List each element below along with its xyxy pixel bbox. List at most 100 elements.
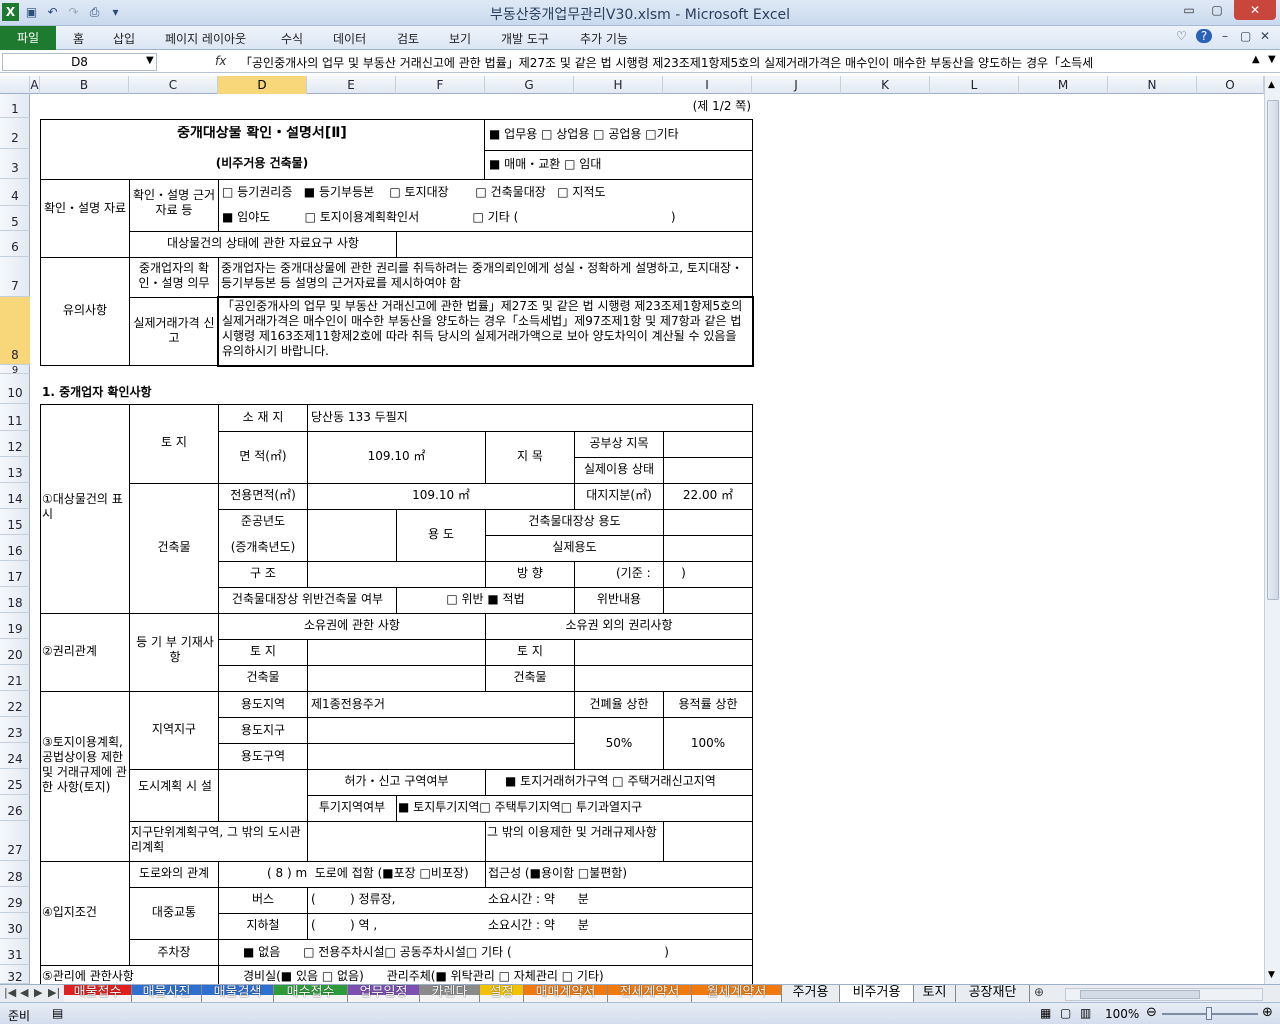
bcr-value[interactable]: 50% [576,736,662,751]
sheet-tab[interactable]: 월세계약서 [692,985,782,1002]
column-header-c[interactable]: C [129,76,218,94]
sheet-tab-active[interactable]: 비주거용 [840,985,914,1002]
row-header[interactable]: 4 [0,179,30,206]
row-header[interactable]: 31 [0,939,30,965]
row-header[interactable]: 16 [0,535,30,561]
sheet-tab[interactable]: 카렌다 [420,985,480,1002]
expand-formula-icon[interactable]: ▲ [1252,54,1260,65]
name-box-dropdown-icon[interactable]: ▼ [146,55,154,66]
far-value[interactable]: 100% [665,736,751,751]
row-header[interactable]: 22 [0,691,30,717]
row-header[interactable]: 6 [0,231,30,257]
sheet-tab[interactable]: 매매계약서 [524,985,608,1002]
tab-formulas[interactable]: 수식 [281,30,303,47]
row-header[interactable]: 28 [0,861,30,887]
sheet-tab[interactable]: 공장재단 [956,985,1030,1002]
row-header[interactable]: 15 [0,509,30,535]
row-header[interactable]: 29 [0,887,30,913]
doc-close-icon[interactable]: ✕ [1260,29,1270,43]
scroll-down-icon[interactable]: ▼ [1268,970,1275,980]
row-header[interactable]: 18 [0,587,30,613]
maximize-button[interactable]: ▢ [1204,0,1230,20]
row-header[interactable]: 23 [0,717,30,743]
row-header[interactable]: 24 [0,743,30,769]
scroll-up-icon[interactable]: ▲ [1268,80,1275,90]
location-value[interactable]: 당산동 133 두필지 [311,410,571,425]
row-header[interactable]: 10 [0,374,30,404]
sheet-tab[interactable]: 전세계약서 [608,985,692,1002]
vertical-scrollbar[interactable]: ▲ ▼ [1264,76,1280,984]
area-value[interactable]: 109.10 ㎡ [309,449,484,464]
usage-options[interactable]: ■ 업무용 □ 상업용 □ 공업용 □기타 [489,127,751,142]
row-header[interactable]: 9 [0,365,30,376]
horizontal-scroll-thumb[interactable] [1080,990,1200,999]
direction-value[interactable]: (기준 : ) [616,566,746,581]
vertical-scroll-thumb[interactable] [1267,100,1279,600]
column-header-f[interactable]: F [396,76,485,94]
sheet-tab[interactable]: 주거용 [782,985,840,1002]
select-all-corner[interactable] [0,76,30,94]
next-sheet-icon[interactable]: ▶ [34,986,42,999]
column-header-m[interactable]: M [1019,76,1108,94]
row-header[interactable]: 3 [0,149,30,179]
row-header[interactable]: 20 [0,639,30,665]
row-header[interactable]: 13 [0,457,30,483]
exclusive-area-value[interactable]: 109.10 ㎡ [309,488,573,503]
use-area-value[interactable]: 제1종전용주거 [311,697,571,712]
formula-input[interactable]: 「공인중개사의 업무 및 부동산 거래신고에 관한 법률」제27조 및 같은 법… [240,54,1250,71]
row-header[interactable]: 21 [0,665,30,691]
last-sheet-icon[interactable]: ▶| [48,986,60,999]
row-header[interactable]: 1 [0,94,30,118]
sheet-tab[interactable]: 설정 [480,985,524,1002]
road-value[interactable]: ( 8 ) m 도로에 접함 (■포장 □비포장) [267,866,485,881]
bus-time-value[interactable]: 소요시간 : 약 분 [488,892,688,907]
row-header[interactable]: 5 [0,206,30,231]
tab-page-layout[interactable]: 페이지 레이아웃 [165,30,246,47]
parking-value[interactable]: ■ 없음 □ 전용주차시설□ 공동주차시설□ 기타 ( ) [243,945,753,960]
horizontal-scrollbar[interactable] [1065,988,1263,1001]
prev-sheet-icon[interactable]: ◀ [20,986,28,999]
row-header[interactable]: 32 [0,965,30,984]
column-header-d[interactable]: D [218,76,307,94]
row-header[interactable]: 7 [0,257,30,297]
worksheet[interactable]: (제 1/2 쪽) 중개대상물 확인・설명서[Ⅱ] (비주거용 건축물) ■ 업… [31,94,1263,984]
column-header-b[interactable]: B [40,76,129,94]
subway-time-value[interactable]: 소요시간 : 약 분 [488,918,688,933]
basis-line-1[interactable]: □ 등기권리증 ■ 등기부등본 □ 토지대장 □ 건축물대장 □ 지적도 [222,185,752,200]
zoom-in-icon[interactable]: ⊕ [1262,1005,1273,1020]
tab-developer[interactable]: 개발 도구 [501,30,549,47]
sheet-tab[interactable]: 매물사진 [132,985,202,1002]
zoom-level[interactable]: 100% [1105,1007,1139,1021]
page-layout-view-icon[interactable]: ▢ [1060,1006,1071,1020]
doc-restore-icon[interactable]: ▢ [1240,29,1251,43]
tab-addins[interactable]: 추가 기능 [580,30,628,47]
row-header[interactable]: 11 [0,404,30,431]
tab-home[interactable]: 홈 [73,30,84,47]
bus-value[interactable]: ( ) 정류장, [311,892,481,907]
mgmt-value[interactable]: 경비실(■ 있음 □ 없음) 관리주체(■ 위탁관리 □ 자체관리 □ 기타) [243,969,753,984]
macro-record-icon[interactable]: ▤ [52,1006,63,1020]
row-header[interactable]: 26 [0,795,30,821]
access-value[interactable]: 접근성 (■용이함 □불편함) [488,866,752,881]
sheet-tab[interactable]: 업무일정 [348,985,420,1002]
column-header-e[interactable]: E [307,76,396,94]
row-header[interactable]: 14 [0,483,30,509]
column-header-n[interactable]: N [1108,76,1197,94]
name-box[interactable]: D8 [2,53,157,71]
column-header-l[interactable]: L [930,76,1019,94]
sheet-tab[interactable]: 매물검색 [202,985,274,1002]
insert-sheet-icon[interactable]: ⊕ [1034,985,1044,999]
sheet-tab[interactable]: 매수접수 [274,985,348,1002]
minimize-ribbon-icon[interactable]: ♡ [1176,29,1187,43]
row-header[interactable]: 8 [0,297,30,365]
spec-zone-value[interactable]: ■ 토지투기지역□ 주택투기지역□ 투기과열지구 [398,800,753,815]
tab-review[interactable]: 검토 [397,30,419,47]
row-header[interactable]: 19 [0,613,30,639]
subway-value[interactable]: ( ) 역 , [311,918,481,933]
sheet-tab[interactable]: 매물접수 [64,985,132,1002]
column-header-a[interactable]: A [30,76,40,94]
row-header[interactable]: 17 [0,561,30,587]
doc-minimize-icon[interactable]: – [1222,29,1228,43]
help-icon[interactable]: ? [1196,29,1212,43]
row-header[interactable]: 27 [0,821,30,861]
